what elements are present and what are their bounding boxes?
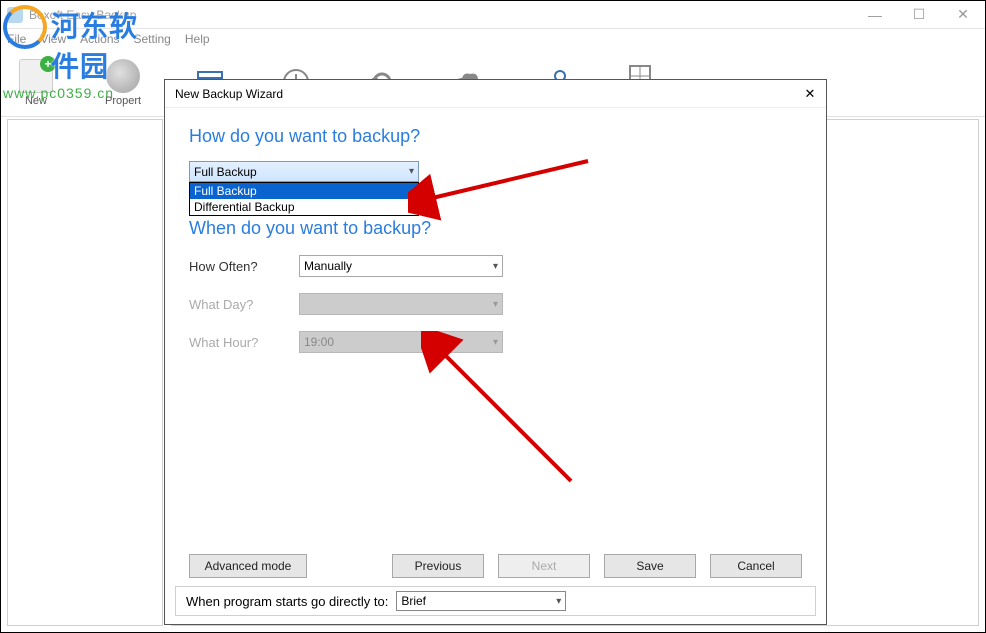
next-button: Next xyxy=(498,554,590,578)
what-hour-value: 19:00 xyxy=(304,335,334,349)
close-button[interactable]: ✕ xyxy=(941,1,985,28)
toolbar-label: New xyxy=(25,95,47,107)
minimize-button[interactable]: — xyxy=(853,1,897,28)
what-hour-row: What Hour? 19:00 ▾ xyxy=(189,331,802,353)
dropdown-option-differential[interactable]: Differential Backup xyxy=(190,199,418,215)
heading-when-backup: When do you want to backup? xyxy=(189,218,802,239)
backup-type-select[interactable]: Full Backup ▾ xyxy=(189,161,419,182)
dialog-button-row: Advanced mode Previous Next Save Cancel xyxy=(189,554,802,578)
startup-view-select[interactable]: Brief ▾ xyxy=(396,591,566,611)
menu-help[interactable]: Help xyxy=(185,32,210,46)
dropdown-option-full[interactable]: Full Backup xyxy=(190,183,418,199)
titlebar: Boxoft Easy Backup — ☐ ✕ xyxy=(1,1,985,29)
cancel-button[interactable]: Cancel xyxy=(710,554,802,578)
previous-button[interactable]: Previous xyxy=(392,554,484,578)
toolbar-label: Propert xyxy=(105,95,141,107)
startup-view-label: When program starts go directly to: xyxy=(186,594,388,609)
window-title: Boxoft Easy Backup xyxy=(29,8,853,22)
what-day-row: What Day? ▾ xyxy=(189,293,802,315)
how-often-row: How Often? Manually ▾ xyxy=(189,255,802,277)
menubar: File View Actions Setting Help xyxy=(1,29,985,49)
chevron-down-icon: ▾ xyxy=(409,166,414,177)
window-controls: — ☐ ✕ xyxy=(853,1,985,28)
toolbar-properties-button[interactable]: Propert xyxy=(105,59,141,107)
menu-setting[interactable]: Setting xyxy=(134,32,171,46)
dialog-close-button[interactable]: ✕ xyxy=(796,83,824,105)
what-day-select: ▾ xyxy=(299,293,503,315)
app-icon xyxy=(7,7,23,23)
how-often-value: Manually xyxy=(304,259,352,273)
dialog-body: How do you want to backup? Full Backup ▾… xyxy=(165,108,826,624)
how-often-select[interactable]: Manually ▾ xyxy=(299,255,503,277)
chevron-down-icon: ▾ xyxy=(493,337,498,348)
chevron-down-icon: ▾ xyxy=(493,299,498,310)
dialog-title: New Backup Wizard xyxy=(175,87,796,101)
menu-view[interactable]: View xyxy=(40,32,66,46)
how-often-label: How Often? xyxy=(189,259,299,274)
what-day-label: What Day? xyxy=(189,297,299,312)
new-file-icon xyxy=(19,59,53,93)
advanced-mode-button[interactable]: Advanced mode xyxy=(189,554,307,578)
maximize-button[interactable]: ☐ xyxy=(897,1,941,28)
dialog-titlebar: New Backup Wizard ✕ xyxy=(165,80,826,108)
menu-file[interactable]: File xyxy=(7,32,26,46)
heading-how-backup: How do you want to backup? xyxy=(189,126,802,147)
what-hour-select: 19:00 ▾ xyxy=(299,331,503,353)
backup-type-selected: Full Backup xyxy=(194,165,257,179)
left-listbox[interactable] xyxy=(7,119,163,626)
menu-actions[interactable]: Actions xyxy=(80,32,119,46)
disc-icon xyxy=(106,59,140,93)
what-hour-label: What Hour? xyxy=(189,335,299,350)
new-backup-wizard-dialog: New Backup Wizard ✕ How do you want to b… xyxy=(164,79,827,625)
dialog-footer: When program starts go directly to: Brie… xyxy=(175,586,816,616)
toolbar-new-button[interactable]: New xyxy=(19,59,53,107)
chevron-down-icon: ▾ xyxy=(493,261,498,272)
startup-view-value: Brief xyxy=(401,594,426,608)
save-button[interactable]: Save xyxy=(604,554,696,578)
chevron-down-icon: ▾ xyxy=(556,596,561,607)
backup-type-dropdown: Full Backup Differential Backup xyxy=(189,182,419,216)
